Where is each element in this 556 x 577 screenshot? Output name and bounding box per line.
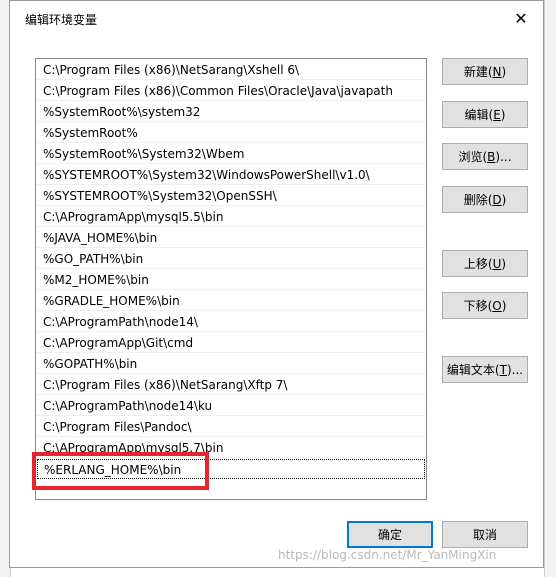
ok-button[interactable]: 确定: [347, 521, 433, 548]
watermark-text: https://blog.csdn.net/Mr_YanMingXin: [278, 548, 497, 562]
close-button[interactable]: ✕: [499, 1, 543, 35]
path-row[interactable]: %GO_PATH%\bin: [37, 249, 425, 269]
path-row[interactable]: %SystemRoot%: [37, 123, 425, 143]
red-highlight-box: [32, 452, 209, 490]
path-row[interactable]: C:\AProgramApp\mysql5.5\bin: [37, 207, 425, 227]
close-icon: ✕: [514, 8, 528, 28]
title-bar: 编辑环境变量 ✕: [10, 1, 543, 35]
path-row[interactable]: C:\AProgramPath\node14\ku: [37, 396, 425, 416]
path-list[interactable]: C:\Program Files (x86)\NetSarang\Xshell …: [35, 58, 427, 500]
path-row[interactable]: %SystemRoot%\System32\Wbem: [37, 144, 425, 164]
move-up-button[interactable]: 上移(U): [442, 250, 528, 277]
path-row[interactable]: %JAVA_HOME%\bin: [37, 228, 425, 248]
path-row[interactable]: %M2_HOME%\bin: [37, 270, 425, 290]
path-row[interactable]: %SYSTEMROOT%\System32\WindowsPowerShell\…: [37, 165, 425, 185]
delete-button[interactable]: 删除(D): [442, 186, 528, 213]
cancel-button[interactable]: 取消: [442, 521, 528, 548]
path-row[interactable]: %GOPATH%\bin: [37, 354, 425, 374]
path-row[interactable]: %GRADLE_HOME%\bin: [37, 291, 425, 311]
edit-button[interactable]: 编辑(E): [442, 101, 528, 128]
dialog-title: 编辑环境变量: [25, 13, 98, 27]
edit-text-button[interactable]: 编辑文本(T)...: [442, 356, 528, 383]
new-button[interactable]: 新建(N): [442, 58, 528, 85]
move-down-button[interactable]: 下移(O): [442, 292, 528, 319]
path-row[interactable]: C:\Program Files (x86)\Common Files\Orac…: [37, 81, 425, 101]
path-row[interactable]: %SystemRoot%\system32: [37, 102, 425, 122]
path-row[interactable]: C:\Program Files\Pandoc\: [37, 417, 425, 437]
path-row[interactable]: %SYSTEMROOT%\System32\OpenSSH\: [37, 186, 425, 206]
path-row[interactable]: C:\AProgramPath\node14\: [37, 312, 425, 332]
path-row[interactable]: C:\AProgramApp\Git\cmd: [37, 333, 425, 353]
edit-env-variable-dialog: 编辑环境变量 ✕ C:\Program Files (x86)\NetSaran…: [9, 0, 544, 568]
background-window-edge-right: [544, 0, 556, 577]
browse-button[interactable]: 浏览(B)...: [442, 143, 528, 170]
path-row[interactable]: C:\Program Files (x86)\NetSarang\Xshell …: [37, 60, 425, 80]
path-row[interactable]: C:\Program Files (x86)\NetSarang\Xftp 7\: [37, 375, 425, 395]
